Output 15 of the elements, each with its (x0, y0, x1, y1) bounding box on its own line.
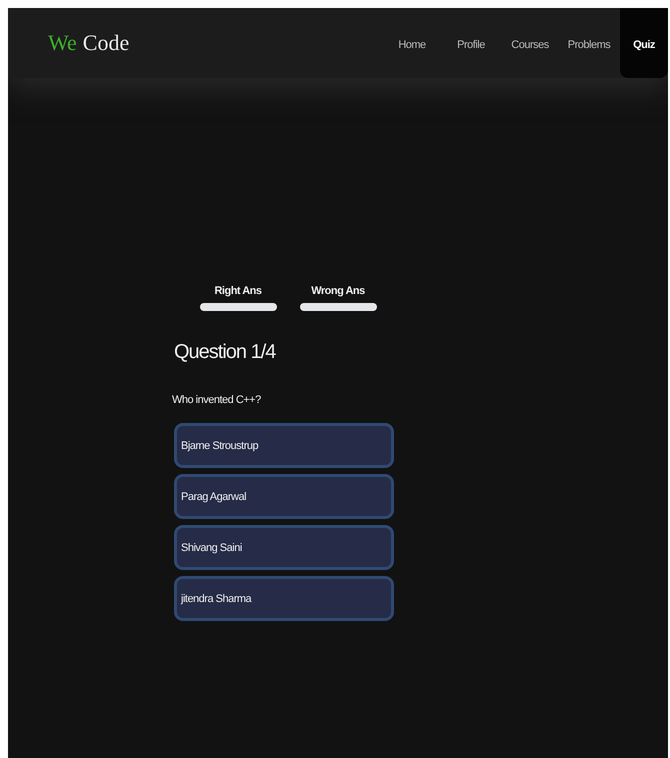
logo-text: We (48, 30, 77, 56)
nav-link[interactable]: Profile (443, 8, 499, 78)
nav-link[interactable]: Problems (561, 8, 617, 78)
score-label: Wrong Ans (311, 285, 365, 297)
answer-option[interactable]: Parag Agarwal (174, 474, 394, 519)
answer-option[interactable]: Shivang Saini (174, 525, 394, 570)
logo-text: Code (82, 30, 130, 56)
answer-option[interactable]: jitendra Sharma (174, 576, 394, 621)
question-heading: Question 1/4 (174, 341, 277, 364)
nav-link[interactable]: Courses (502, 8, 558, 78)
nav-link[interactable]: Quiz (620, 8, 668, 78)
nav-link[interactable]: Home (384, 8, 440, 78)
score-label: Right Ans (214, 285, 262, 297)
answer-option[interactable]: Bjarne Stroustrup (174, 423, 394, 468)
question-text: Who invented C++? (172, 394, 262, 406)
